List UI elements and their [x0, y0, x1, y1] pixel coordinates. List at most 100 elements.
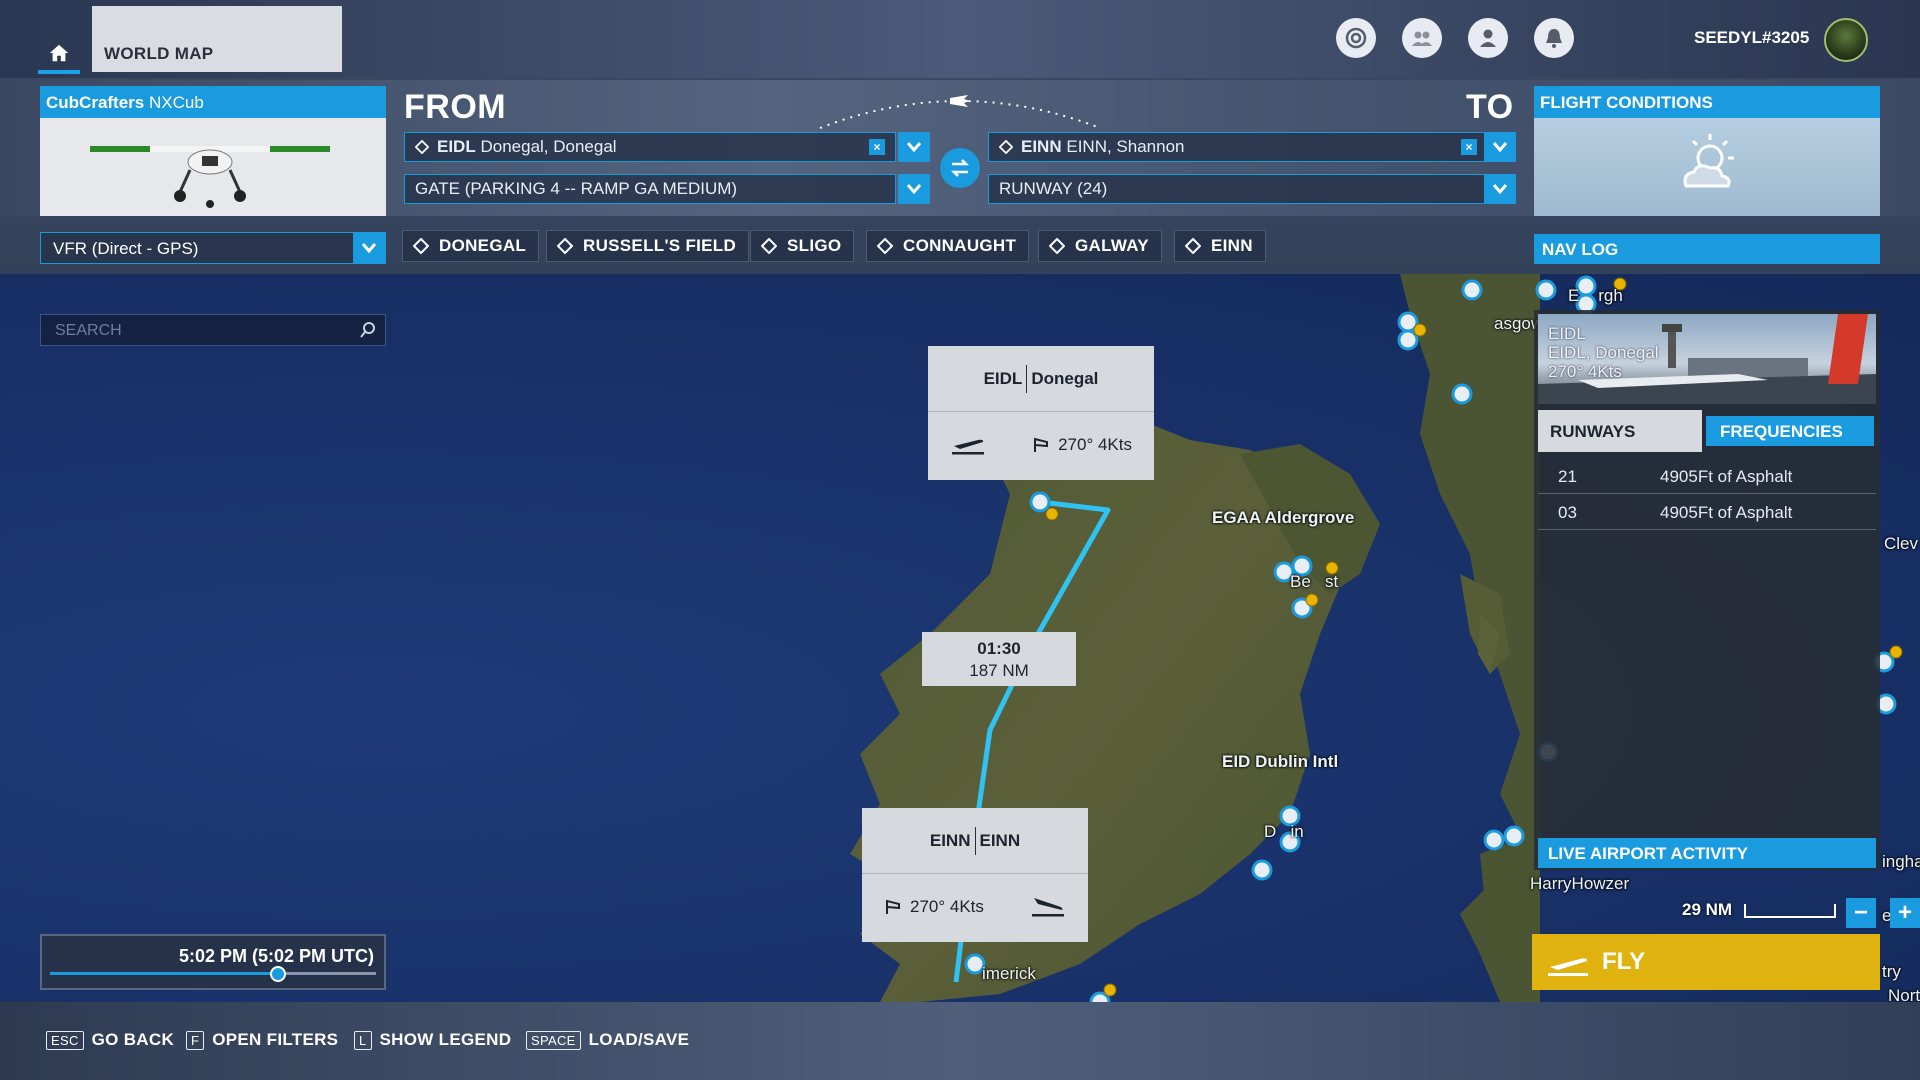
- detail-airport-code: EIDL: [1548, 324, 1586, 343]
- waypoint-icon: [1049, 238, 1065, 254]
- waypoint-connaught[interactable]: CONNAUGHT: [866, 230, 1030, 262]
- map-label-edinburgh: E rgh: [1568, 286, 1623, 305]
- username[interactable]: SEEDYL#3205: [1694, 28, 1809, 48]
- avatar[interactable]: [1824, 18, 1868, 62]
- profile-button[interactable]: [1468, 18, 1508, 58]
- time-slider[interactable]: [50, 966, 376, 982]
- tab-world-map[interactable]: WORLD MAP: [92, 6, 342, 72]
- leg-time: 01:30: [977, 639, 1021, 658]
- flight-plan-type-dropdown[interactable]: [353, 233, 385, 263]
- from-label: FROM: [404, 88, 507, 126]
- time-label: 5:02 PM (5:02 PM UTC): [178, 946, 374, 966]
- time-of-day-panel[interactable]: 5:02 PM (5:02 PM UTC): [40, 934, 386, 990]
- arrival-name: EINN: [979, 830, 1021, 850]
- leg-distance: 187 NM: [969, 661, 1029, 680]
- runway-row[interactable]: 03 4905Ft of Asphalt: [1538, 494, 1876, 530]
- zoom-out-button[interactable]: −: [1846, 898, 1876, 928]
- departure-name: Donegal: [1031, 368, 1099, 388]
- airport-photo: EIDL EIDL, Donegal 270° 4Kts: [1538, 314, 1876, 404]
- map-label-dublin-intl[interactable]: EID Dublin Intl: [1222, 752, 1338, 772]
- to-runway-dropdown[interactable]: [1484, 174, 1516, 204]
- waypoint-donegal[interactable]: DONEGAL: [402, 230, 540, 262]
- flight-plan-type-value: VFR (Direct - GPS): [53, 239, 199, 258]
- aircraft-image: [90, 146, 330, 208]
- notifications-icon: [1546, 29, 1562, 48]
- to-runway-field[interactable]: RUNWAY (24): [988, 174, 1488, 204]
- from-parking-field[interactable]: GATE (PARKING 4 -- RAMP GA MEDIUM): [404, 174, 896, 204]
- nav-log-button[interactable]: NAV LOG: [1534, 234, 1880, 264]
- arrival-card[interactable]: EINN EINN 270° 4Kts: [862, 808, 1088, 942]
- map-label-egaa[interactable]: EGAA Aldergrove: [1212, 508, 1354, 528]
- to-airport-field[interactable]: EINN EINN, Shannon ×: [988, 132, 1488, 162]
- takeoff-icon: [952, 439, 984, 454]
- waypoint-sligo[interactable]: SLIGO: [750, 230, 855, 262]
- search-input[interactable]: SEARCH: [40, 314, 386, 346]
- waypoint-label: SLIGO: [787, 236, 842, 255]
- fly-button[interactable]: FLY: [1532, 934, 1880, 990]
- chevron-down-icon: [906, 184, 922, 195]
- profile-icon: [1480, 29, 1496, 47]
- clear-from-button[interactable]: ×: [869, 139, 885, 155]
- aircraft-title: CubCrafters NXCub: [40, 86, 386, 118]
- tab-frequencies[interactable]: FREQUENCIES: [1706, 416, 1874, 446]
- time-slider-handle[interactable]: [270, 966, 287, 982]
- departure-card[interactable]: EIDL Donegal 270° 4Kts: [928, 346, 1154, 480]
- live-airport-activity-button[interactable]: LIVE AIRPORT ACTIVITY: [1538, 838, 1876, 868]
- leg-info-card: 01:30 187 NM: [922, 632, 1076, 686]
- waypoint-einn[interactable]: EINN: [1174, 230, 1266, 262]
- departure-code: EIDL: [983, 368, 1023, 388]
- waypoint-label: DONEGAL: [439, 236, 527, 255]
- go-back-hint[interactable]: ESC GO BACK: [46, 1030, 174, 1050]
- notifications-button[interactable]: [1534, 18, 1574, 58]
- landing-icon: [1032, 897, 1064, 916]
- detail-airport-wind: 270° 4Kts: [1548, 362, 1622, 381]
- waypoint-russells-field[interactable]: RUSSELL'S FIELD: [546, 230, 750, 262]
- home-icon: [49, 44, 69, 62]
- swap-route-button[interactable]: [940, 148, 980, 188]
- arrival-card-header: EINN EINN: [862, 808, 1088, 874]
- map-label-harryhowzer: HarryHowzer: [1530, 874, 1630, 893]
- flight-arc-graphic: [819, 95, 1101, 129]
- fly-label: FLY: [1602, 948, 1646, 975]
- waypoint-label: CONNAUGHT: [903, 236, 1017, 255]
- waypoint-icon: [1185, 238, 1201, 254]
- load-save-hint[interactable]: SPACE LOAD/SAVE: [526, 1030, 689, 1050]
- open-filters-hint[interactable]: F OPEN FILTERS: [186, 1030, 338, 1050]
- runway-number: 21: [1558, 467, 1577, 486]
- activity-button[interactable]: [1336, 18, 1376, 58]
- partly-cloudy-icon: [1683, 134, 1734, 188]
- time-slider-fill: [50, 972, 279, 975]
- from-airport-field[interactable]: EIDL Donegal, Donegal ×: [404, 132, 896, 162]
- tab-runways[interactable]: RUNWAYS: [1538, 410, 1702, 452]
- from-airport-code: EIDL: [437, 137, 476, 156]
- from-parking-dropdown[interactable]: [898, 174, 930, 204]
- aircraft-card[interactable]: CubCrafters NXCub: [40, 86, 386, 216]
- arrival-code: EINN: [929, 830, 971, 850]
- runway-row[interactable]: 21 4905Ft of Asphalt: [1538, 458, 1876, 494]
- chevron-down-icon: [906, 142, 922, 153]
- flight-conditions-card[interactable]: FLIGHT CONDITIONS: [1534, 86, 1880, 216]
- key-badge: F: [186, 1030, 205, 1050]
- to-airport-code: EINN: [1021, 137, 1062, 156]
- waypoint-label: EINN: [1211, 236, 1253, 255]
- show-legend-hint[interactable]: L SHOW LEGEND: [354, 1030, 511, 1050]
- to-airport-dropdown[interactable]: [1484, 132, 1516, 162]
- dublin-code: EID: [1222, 752, 1251, 771]
- zoom-in-button[interactable]: +: [1890, 898, 1920, 928]
- airport-detail-panel: EIDL EIDL, Donegal 270° 4Kts RUNWAYS FRE…: [1534, 310, 1880, 870]
- home-button[interactable]: [36, 32, 82, 74]
- map-label-dublin: D in: [1264, 822, 1304, 841]
- map-label-try: try: [1882, 962, 1901, 981]
- hint-label: GO BACK: [91, 1030, 175, 1049]
- friends-button[interactable]: [1402, 18, 1442, 58]
- waypoint-galway[interactable]: GALWAY: [1038, 230, 1162, 262]
- windsock-icon: [886, 899, 900, 914]
- clear-to-button[interactable]: ×: [1461, 139, 1477, 155]
- aircraft-model: NXCub: [148, 93, 204, 112]
- from-airport-dropdown[interactable]: [898, 132, 930, 162]
- runway-description: 4905Ft of Asphalt: [1660, 467, 1793, 486]
- dublin-name: Dublin Intl: [1255, 752, 1339, 771]
- arrival-wind: 270° 4Kts: [910, 897, 984, 916]
- flight-plan-type-select[interactable]: VFR (Direct - GPS): [40, 232, 386, 264]
- aircraft-make: CubCrafters: [46, 93, 145, 112]
